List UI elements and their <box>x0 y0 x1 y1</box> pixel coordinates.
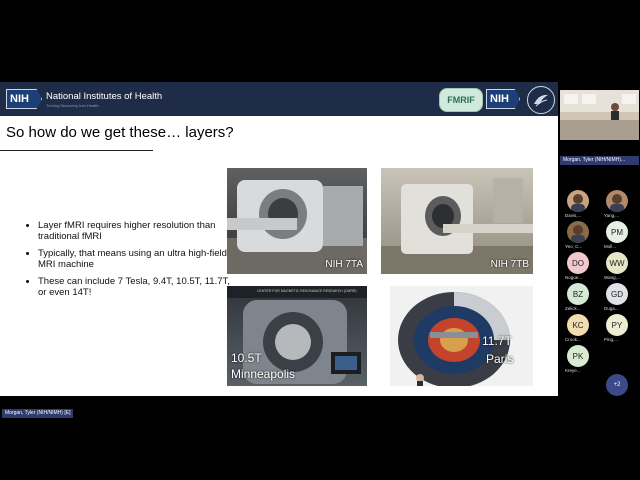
bullet-item: Typically, that means using an ultra hig… <box>38 248 238 270</box>
mri-photo-nih-7ta: NIH 7TA <box>227 168 367 274</box>
participant-name: Zelick... <box>565 306 581 311</box>
presentation-slide: NIH National Institutes of Health Turnin… <box>0 82 558 396</box>
hhs-seal-icon <box>527 86 555 114</box>
participant-name: Yeo, C... <box>565 244 583 249</box>
participant-name: Yang,... <box>604 213 620 218</box>
photo-caption-line1: 11.7T <box>482 334 512 348</box>
title-divider <box>0 150 153 151</box>
participant-avatar[interactable]: BZ <box>567 283 589 305</box>
photo-caption: NIH 7TA <box>325 259 363 270</box>
photo-caption-line1: 10.5T <box>231 351 262 365</box>
participant-avatar[interactable]: PK <box>567 345 589 367</box>
participant-name: Crook... <box>565 337 581 342</box>
nih-logo: NIH <box>6 89 42 109</box>
active-speaker-name: Morgan, Tyler (NIH/NIMH)... <box>560 156 639 165</box>
participant-name: Duga... <box>604 306 619 311</box>
participant-name: Moll... <box>604 244 617 249</box>
participant-name: Ping,... <box>604 337 619 342</box>
participant-name: Kreye... <box>565 368 581 373</box>
slide-title: So how do we get these… layers? <box>6 124 234 141</box>
participant-avatar[interactable]: GD <box>606 283 628 305</box>
participant-avatar[interactable] <box>606 190 628 212</box>
bullet-item: Layer fMRI requires higher resolution th… <box>38 220 238 242</box>
bullet-list: Layer fMRI requires higher resolution th… <box>20 220 238 304</box>
participant-avatar[interactable]: PY <box>606 314 628 336</box>
mri-photo-nih-7tb: NIH 7TB <box>381 168 533 274</box>
photo-banner: CENTER FOR MAGNETIC RESONANCE RESEARCH (… <box>257 289 357 293</box>
photo-caption-line2: Paris <box>486 352 514 366</box>
participant-avatar[interactable] <box>567 221 589 243</box>
participant-name: Nogue... <box>565 275 583 280</box>
photo-caption: NIH 7TB <box>490 259 529 270</box>
participant-avatar[interactable]: PM <box>606 221 628 243</box>
bullet-item: These can include 7 Tesla, 9.4T, 10.5T, … <box>38 276 238 298</box>
nih-logo-right: NIH <box>486 89 520 109</box>
presenter-name-label: Morgan, Tyler (NIH/NIMH) [E] <box>2 409 74 418</box>
participant-avatar[interactable]: KC <box>567 314 589 336</box>
participant-name: Davis,... <box>565 213 582 218</box>
slide-header-bar: NIH National Institutes of Health Turnin… <box>0 82 558 116</box>
photo-caption-line2: Minneapolis <box>231 367 296 381</box>
participant-avatar[interactable]: WW <box>606 252 628 274</box>
participant-name: Wang,... <box>604 275 621 280</box>
org-name: National Institutes of Health <box>46 91 163 102</box>
speaker-video-thumbnail[interactable] <box>560 90 639 140</box>
org-tagline: Turning Discovery Into Health <box>46 103 99 108</box>
participant-avatar[interactable] <box>567 190 589 212</box>
participant-avatar[interactable]: DO <box>567 252 589 274</box>
mri-photo-minneapolis: CENTER FOR MAGNETIC RESONANCE RESEARCH (… <box>227 286 367 386</box>
more-participants-button[interactable]: +2 <box>606 374 628 396</box>
fmrif-logo: FMRIF <box>439 88 483 112</box>
mri-photo-paris: 11.7T Paris <box>390 286 533 386</box>
